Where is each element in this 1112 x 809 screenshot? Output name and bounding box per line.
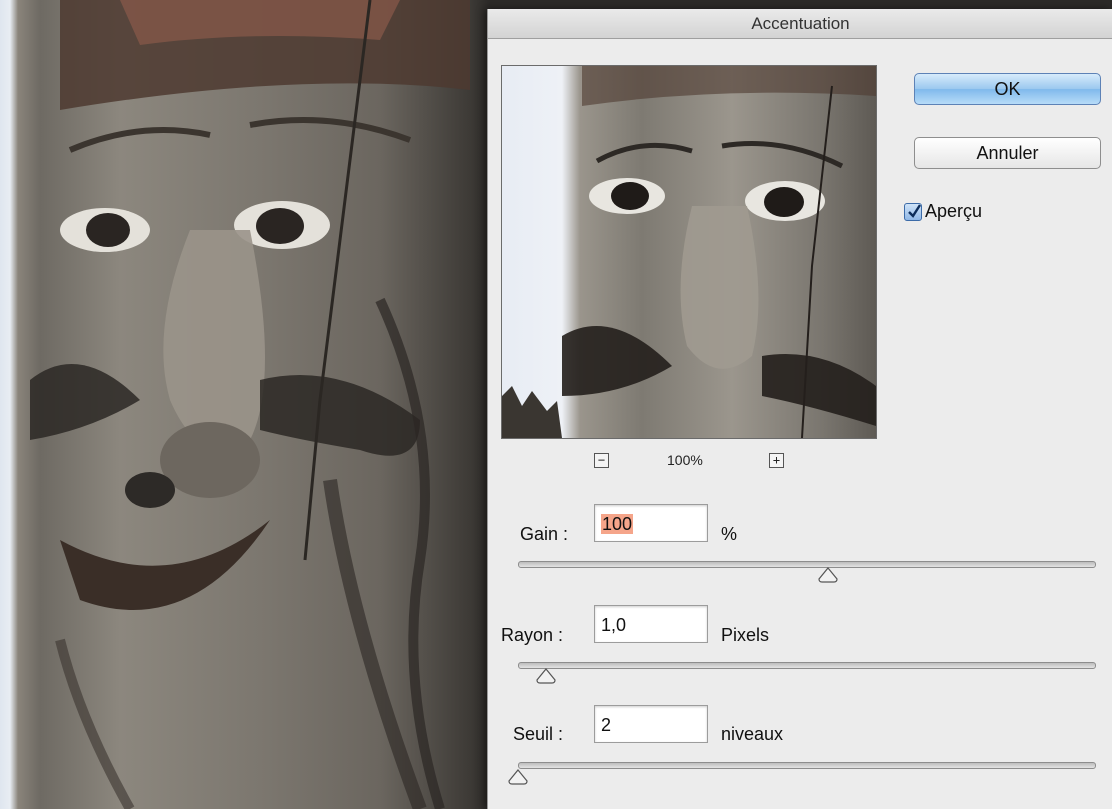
gain-input[interactable]: 100 [594, 504, 708, 542]
radius-input[interactable]: 1,0 [594, 605, 708, 643]
threshold-unit: niveaux [721, 724, 784, 744]
radius-slider-thumb[interactable] [536, 668, 556, 684]
plus-icon: + [772, 453, 781, 467]
threshold-value: 2 [601, 715, 612, 735]
ok-button[interactable]: OK [914, 73, 1101, 105]
gain-slider-track[interactable] [518, 561, 1096, 568]
radius-slider-track[interactable] [518, 662, 1096, 669]
radius-unit: Pixels [721, 625, 770, 645]
dialog-title: Accentuation [488, 9, 1112, 39]
threshold-label: Seuil : [513, 724, 564, 744]
preview-image[interactable] [501, 65, 877, 439]
preview-face-image [502, 66, 876, 438]
radius-label: Rayon : [501, 625, 564, 645]
gain-unit: % [721, 524, 738, 544]
zoom-out-button[interactable]: − [594, 453, 609, 468]
gain-value: 100 [601, 514, 634, 534]
threshold-input[interactable]: 2 [594, 705, 708, 743]
zoom-in-button[interactable]: + [769, 453, 784, 468]
carved-face-image [30, 0, 470, 809]
checkmark-icon [908, 204, 922, 218]
radius-value: 1,0 [601, 615, 627, 635]
zoom-level: 100% [667, 452, 703, 468]
threshold-slider-thumb[interactable] [508, 769, 528, 785]
threshold-slider-track[interactable] [518, 762, 1096, 769]
minus-icon: − [597, 453, 606, 467]
preview-checkbox-label: Aperçu [925, 201, 983, 221]
gain-slider-thumb[interactable] [818, 567, 838, 583]
preview-checkbox[interactable] [904, 203, 922, 221]
gain-label: Gain : [520, 524, 569, 544]
zoom-controls: − 100% + [488, 451, 888, 471]
unsharp-mask-dialog: Accentuation − 100% + OK Annuler Aperçu … [487, 9, 1112, 809]
cancel-button[interactable]: Annuler [914, 137, 1101, 169]
